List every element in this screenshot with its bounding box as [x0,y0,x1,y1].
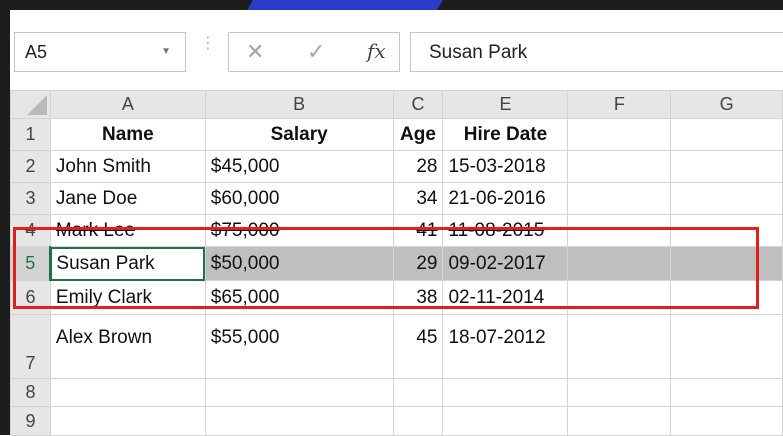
cell[interactable] [392,406,444,436]
cell-age[interactable]: 45 [392,314,444,379]
cell-salary[interactable]: $45,000 [204,150,394,183]
formula-buttons: ✕ ✓ fx [228,32,400,72]
cell[interactable] [670,280,783,315]
cell-hire-header[interactable]: Hire Date [442,118,569,151]
cell-age[interactable]: 34 [392,182,444,215]
cell-salary[interactable]: $75,000 [204,214,394,247]
cell-name[interactable]: Mark Lee [49,214,206,247]
cell-hire-date[interactable]: 18-07-2012 [442,314,569,379]
window-frame-left [0,0,10,435]
column-header-c[interactable]: C [392,90,444,119]
cancel-icon[interactable]: ✕ [246,39,264,65]
row-header[interactable]: 3 [10,182,51,215]
cell-name[interactable]: John Smith [49,150,206,183]
cell[interactable] [49,406,206,436]
name-box-value: A5 [25,42,48,62]
cell-age[interactable]: 38 [392,280,444,315]
cell[interactable] [567,246,672,281]
function-icon[interactable]: fx [367,39,386,63]
cell-age[interactable]: 29 [392,246,444,281]
cell[interactable] [670,406,783,436]
cell[interactable] [670,118,783,151]
cell-salary[interactable]: $65,000 [204,280,394,315]
cell[interactable] [567,280,672,315]
cell-salary[interactable]: $60,000 [204,182,394,215]
cell[interactable] [670,314,783,379]
table-row: 2 John Smith $45,000 28 15-03-2018 [10,150,783,183]
cell-hire-date[interactable]: 21-06-2016 [442,182,569,215]
column-header-g[interactable]: G [670,90,783,119]
cell[interactable] [204,378,394,407]
drag-handle-icon[interactable]: ⋮ [200,36,216,52]
table-row: 7 Alex Brown $55,000 45 18-07-2012 [10,314,783,379]
cell-hire-date[interactable]: 15-03-2018 [442,150,569,183]
cell-name[interactable]: Jane Doe [49,182,206,215]
formula-value: Susan Park [429,42,528,63]
check-icon[interactable]: ✓ [307,39,325,65]
cell-name-header[interactable]: Name [49,118,206,151]
select-all-corner[interactable] [10,90,51,119]
cell[interactable] [670,246,783,281]
select-all-icon [26,95,47,115]
cell[interactable] [567,182,672,215]
cell-hire-date[interactable]: 11-08-2015 [442,214,569,247]
cell-salary[interactable]: $50,000 [204,246,394,281]
table-row: 8 [10,378,783,407]
cell[interactable] [567,214,672,247]
cell[interactable] [392,378,444,407]
cell[interactable] [567,118,672,151]
row-header[interactable]: 8 [10,378,51,407]
cell[interactable] [567,406,672,436]
cell[interactable] [670,182,783,215]
column-header-e[interactable]: E [442,90,569,119]
table-row: 3 Jane Doe $60,000 34 21-06-2016 [10,182,783,215]
table-row-selected: 5 Susan Park $50,000 29 09-02-2017 [10,246,783,281]
cell-age[interactable]: 41 [392,214,444,247]
row-header[interactable]: 1 [10,118,51,151]
row-header[interactable]: 2 [10,150,51,183]
chevron-down-icon[interactable]: ▼ [161,46,171,57]
column-header-row: A B C E F G [10,90,783,119]
cell-hire-date[interactable]: 02-11-2014 [442,280,569,315]
cell-salary-header[interactable]: Salary [204,118,394,151]
cell[interactable] [442,378,569,407]
row-header-selected[interactable]: 5 [10,246,52,281]
table-row: 9 [10,406,783,436]
spreadsheet-grid: A B C E F G 1 Name Salary Age Hire Date … [10,90,783,436]
cell-age-header[interactable]: Age [392,118,444,151]
table-row: 6 Emily Clark $65,000 38 02-11-2014 [10,280,783,315]
cell-age[interactable]: 28 [392,150,444,183]
name-box[interactable]: A5 ▼ [14,32,186,72]
cell-salary[interactable]: $55,000 [204,314,394,379]
cell[interactable] [567,150,672,183]
active-cell[interactable]: Susan Park [49,246,206,281]
row-header[interactable]: 4 [10,214,51,247]
cell[interactable] [567,378,672,407]
cell[interactable] [204,406,394,436]
cell[interactable] [49,378,206,407]
cell-hire-date[interactable]: 09-02-2017 [442,246,569,281]
cell[interactable] [670,378,783,407]
table-row: 4 Mark Lee $75,000 41 11-08-2015 [10,214,783,247]
cell[interactable] [567,314,672,379]
formula-input[interactable]: Susan Park [410,32,783,72]
table-row: 1 Name Salary Age Hire Date [10,118,783,151]
column-header-b[interactable]: B [204,90,394,119]
cell[interactable] [670,150,783,183]
row-header[interactable]: 9 [10,406,51,436]
cell[interactable] [670,214,783,247]
row-header[interactable]: 6 [10,280,51,315]
cell[interactable] [442,406,569,436]
cell-name[interactable]: Emily Clark [49,280,206,315]
column-header-a[interactable]: A [49,90,206,119]
column-header-f[interactable]: F [567,90,672,119]
row-header[interactable]: 7 [10,314,51,379]
decorative-banner [247,0,443,10]
cell-name[interactable]: Alex Brown [49,314,206,379]
